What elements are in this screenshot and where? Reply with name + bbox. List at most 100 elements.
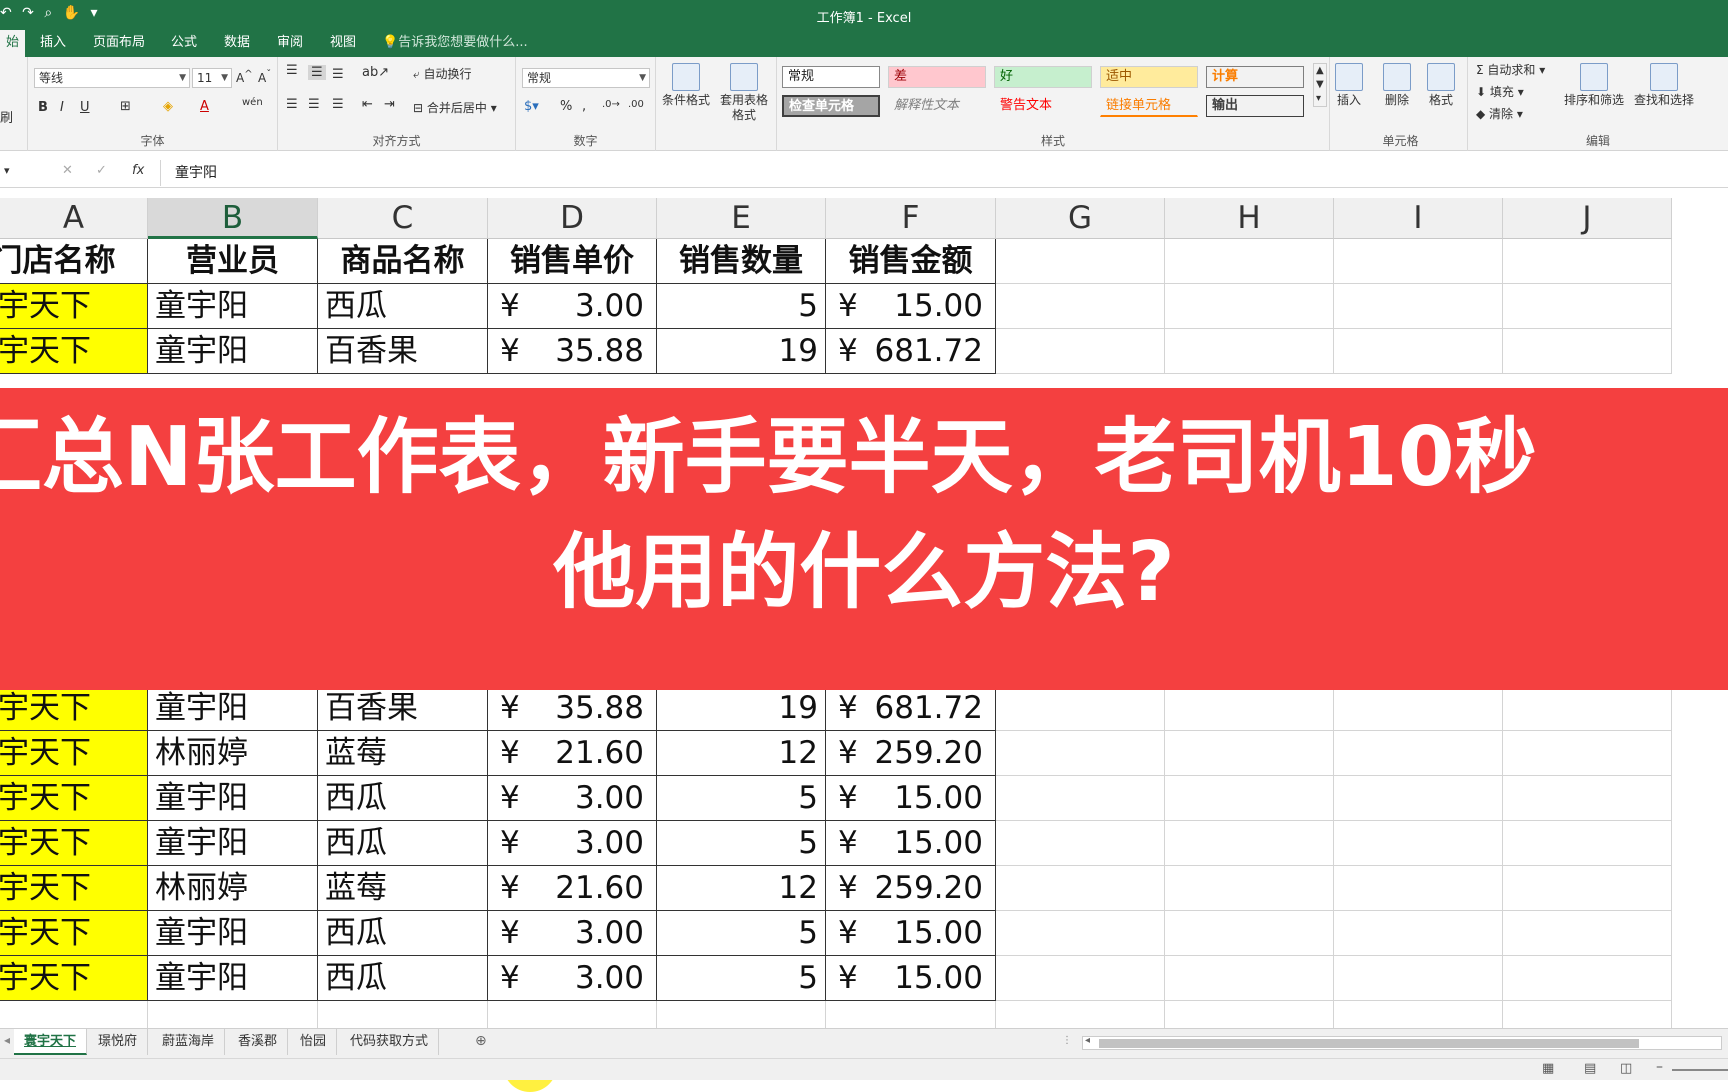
tab-data[interactable]: 数据 [224, 30, 250, 57]
cell-salesperson[interactable]: 童宇阳 [148, 956, 318, 1001]
percent-icon[interactable]: % [560, 99, 572, 114]
underline-icon[interactable]: U [80, 100, 90, 115]
font-name-select[interactable]: 等线 ▼ [34, 68, 190, 88]
cancel-icon[interactable]: ✕ [62, 163, 73, 178]
tab-view[interactable]: 视图 [330, 30, 356, 57]
cell-empty[interactable] [996, 284, 1165, 329]
cell-product[interactable]: 百香果 [318, 329, 488, 374]
cell-product[interactable]: 百香果 [318, 686, 488, 731]
sheet-tab[interactable]: 怡园 [290, 1029, 338, 1055]
header-d[interactable]: 销售单价 [488, 239, 657, 284]
cell-empty[interactable] [1334, 329, 1503, 374]
header-b[interactable]: 营业员 [148, 239, 318, 284]
cell-unit-price[interactable]: ¥3.00 [488, 821, 657, 866]
style-good[interactable]: 好 [994, 66, 1092, 88]
sheet-tab[interactable]: 寰宇天下 [14, 1029, 88, 1055]
header-a[interactable]: 门店名称 [0, 239, 148, 284]
align-right-icon[interactable]: ☰ [332, 97, 344, 112]
style-linked-cell[interactable]: 链接单元格 [1100, 95, 1198, 117]
tab-home[interactable]: 始 [0, 30, 26, 57]
cell-empty[interactable] [1503, 284, 1672, 329]
zoom-out-icon[interactable]: – [1656, 1059, 1663, 1075]
accounting-format-icon[interactable]: $▾ [524, 99, 539, 114]
orientation-icon[interactable]: ab↗ [362, 65, 389, 80]
cell-empty[interactable] [996, 911, 1165, 956]
tab-review[interactable]: 审阅 [277, 30, 303, 57]
column-header-i[interactable]: I [1334, 198, 1503, 239]
cell-store-name[interactable]: 寰宇天下 [0, 956, 148, 1001]
cell-product[interactable]: 西瓜 [318, 956, 488, 1001]
cell-quantity[interactable]: 19 [657, 686, 826, 731]
cell-unit-price[interactable]: ¥21.60 [488, 866, 657, 911]
sheet-nav-icon[interactable]: ◂ [4, 1033, 10, 1047]
cell-salesperson[interactable]: 童宇阳 [148, 776, 318, 821]
bold-icon[interactable]: B [38, 100, 48, 115]
cell-empty[interactable] [996, 731, 1165, 776]
cell-quantity[interactable]: 5 [657, 776, 826, 821]
cell-quantity[interactable]: 5 [657, 284, 826, 329]
horizontal-scrollbar[interactable]: ◂ [1082, 1035, 1722, 1050]
cell-store-name[interactable]: 寰宇天下 [0, 329, 148, 374]
align-bottom-icon[interactable]: ☰ [332, 67, 344, 82]
cell-empty[interactable] [1334, 911, 1503, 956]
style-output[interactable]: 输出 [1206, 95, 1304, 117]
cell-empty[interactable] [1165, 239, 1334, 284]
shrink-font-icon[interactable]: Aˇ [258, 69, 271, 85]
cell-empty[interactable] [996, 329, 1165, 374]
cell-empty[interactable] [1334, 284, 1503, 329]
cell-amount[interactable]: ¥259.20 [826, 866, 996, 911]
autosum-button[interactable]: Σ 自动求和 ▾ [1476, 61, 1545, 78]
cell-product[interactable]: 西瓜 [318, 821, 488, 866]
sheet-tab[interactable]: 蔚蓝海岸 [152, 1029, 226, 1055]
cell-unit-price[interactable]: ¥35.88 [488, 329, 657, 374]
header-e[interactable]: 销售数量 [657, 239, 826, 284]
cell-empty[interactable] [996, 956, 1165, 1001]
cell-empty[interactable] [1503, 911, 1672, 956]
cell-store-name[interactable]: 寰宇天下 [0, 686, 148, 731]
name-box-dropdown[interactable]: ▾ [4, 164, 10, 177]
add-sheet-icon[interactable]: ⊕ [475, 1033, 487, 1049]
enter-icon[interactable]: ✓ [96, 163, 107, 178]
cell-empty[interactable] [1165, 329, 1334, 374]
cell-empty[interactable] [1165, 284, 1334, 329]
cell-store-name[interactable]: 寰宇天下 [0, 731, 148, 776]
sheet-tab[interactable]: 香溪郡 [228, 1029, 289, 1055]
sheet-tab[interactable]: 璟悦府 [88, 1029, 149, 1055]
cell-empty[interactable] [1165, 911, 1334, 956]
cell-empty[interactable] [996, 239, 1165, 284]
indent-increase-icon[interactable]: ⇥ [384, 97, 395, 112]
increase-decimal-icon[interactable]: .0→ [602, 99, 620, 110]
cell-product[interactable]: 西瓜 [318, 911, 488, 956]
cell-quantity[interactable]: 19 [657, 329, 826, 374]
style-neutral[interactable]: 适中 [1100, 66, 1198, 88]
cell-empty[interactable] [1503, 329, 1672, 374]
find-select-button[interactable]: 查找和选择 [1628, 63, 1700, 108]
insert-function-icon[interactable]: fx [132, 163, 144, 178]
split-handle-icon[interactable]: ⋮ [1062, 1035, 1072, 1046]
cell-empty[interactable] [1503, 776, 1672, 821]
style-explanatory[interactable]: 解释性文本 [888, 95, 986, 117]
styles-scroll[interactable]: ▲ ▼ ▾ [1313, 63, 1327, 107]
cell-store-name[interactable]: 寰宇天下 [0, 866, 148, 911]
merge-center-button[interactable]: ⊟ 合并后居中 ▾ [413, 99, 497, 116]
cell-empty[interactable] [1503, 821, 1672, 866]
cell-empty[interactable] [1165, 866, 1334, 911]
cell-product[interactable]: 西瓜 [318, 776, 488, 821]
cell-store-name[interactable]: 寰宇天下 [0, 776, 148, 821]
cell-empty[interactable] [996, 776, 1165, 821]
cell-empty[interactable] [1334, 821, 1503, 866]
cell-empty[interactable] [1503, 239, 1672, 284]
fill-color-icon[interactable]: ◈ [163, 99, 173, 114]
page-break-view-icon[interactable]: ◫ [1620, 1061, 1632, 1076]
style-bad[interactable]: 差 [888, 66, 986, 88]
cell-salesperson[interactable]: 童宇阳 [148, 329, 318, 374]
tab-insert[interactable]: 插入 [40, 30, 66, 57]
clear-button[interactable]: ◆ 清除 ▾ [1476, 105, 1523, 122]
cell-empty[interactable] [1165, 776, 1334, 821]
cell-empty[interactable] [1334, 866, 1503, 911]
cell-amount[interactable]: ¥681.72 [826, 686, 996, 731]
align-left-icon[interactable]: ☰ [286, 97, 298, 112]
cell-product[interactable]: 西瓜 [318, 284, 488, 329]
column-header-c[interactable]: C [318, 198, 488, 239]
cell-store-name[interactable]: 寰宇天下 [0, 911, 148, 956]
